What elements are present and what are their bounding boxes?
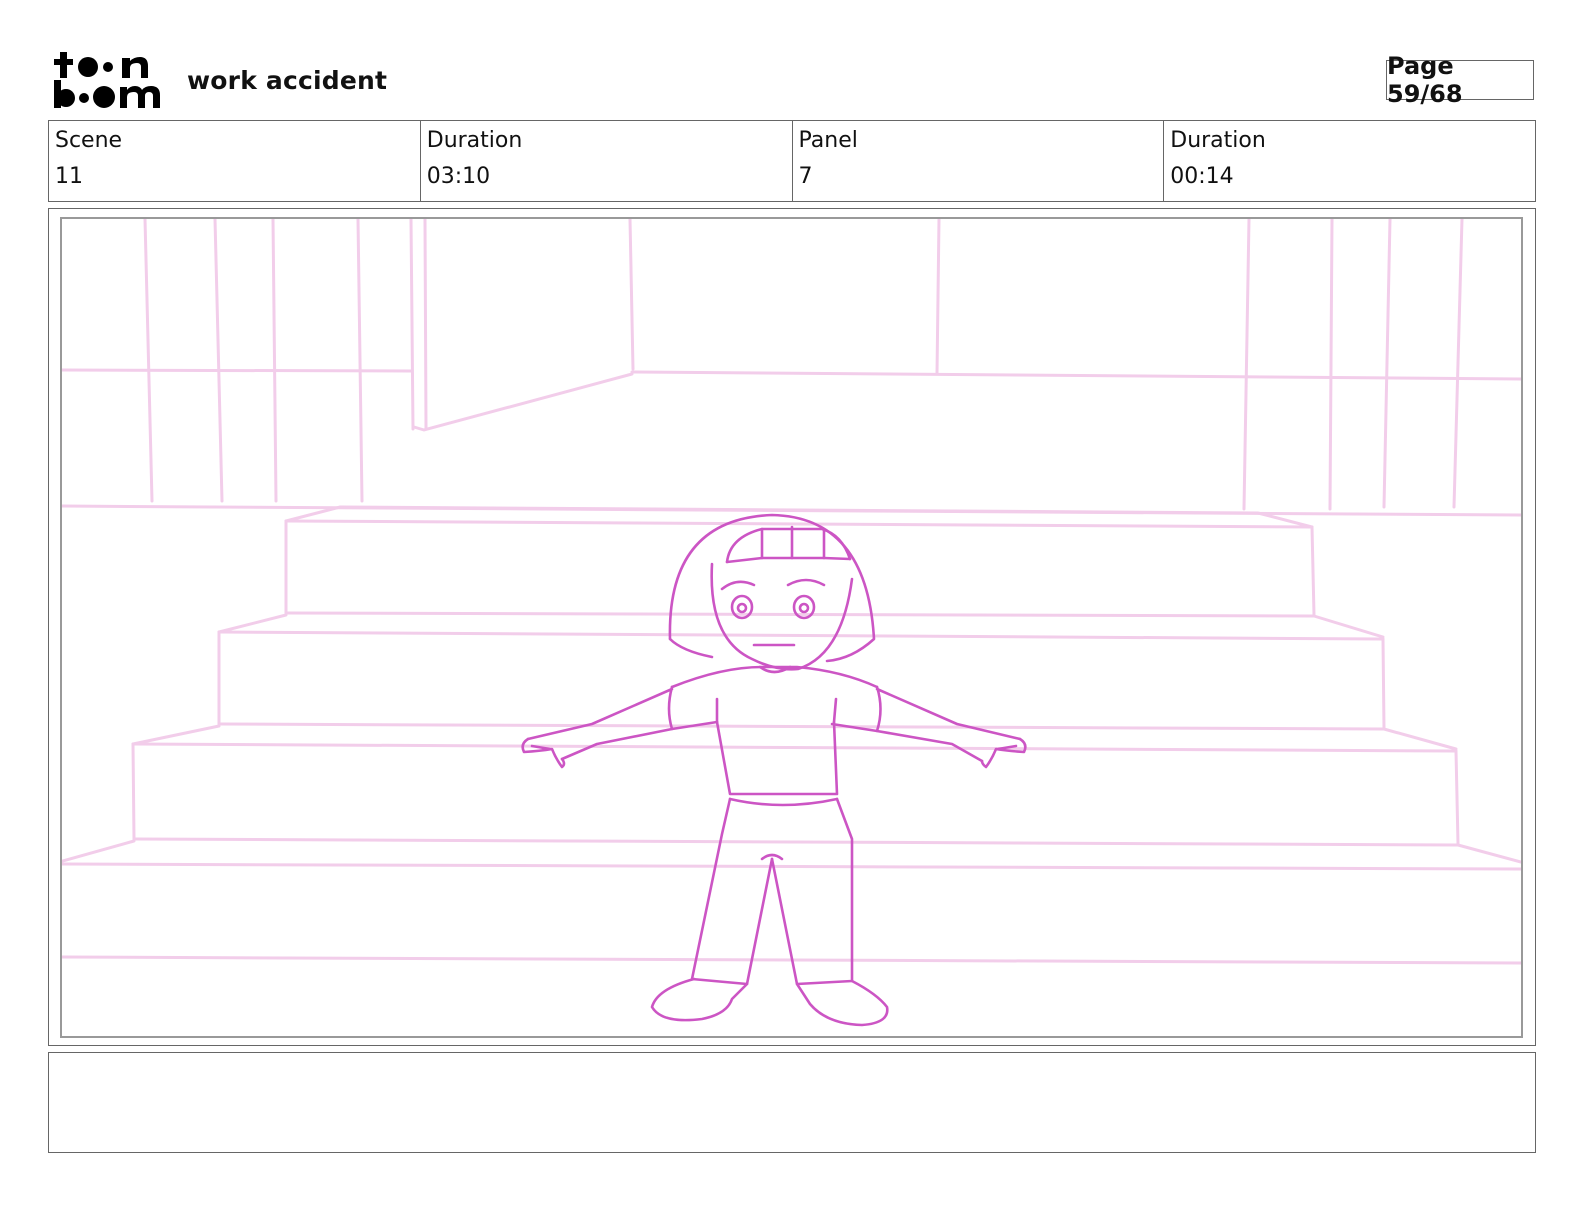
scene-duration-cell: Duration 03:10 — [421, 121, 793, 201]
toonboom-logo — [54, 52, 160, 108]
scene-duration-value: 03:10 — [426, 164, 491, 189]
panel-duration-value: 00:14 — [1170, 164, 1234, 189]
panel-duration-label: Duration — [1170, 128, 1266, 153]
panel-notes-box — [48, 1052, 1536, 1153]
scene-label: Scene — [55, 128, 123, 153]
panel-frame — [48, 208, 1536, 1046]
panel-label: Panel — [798, 128, 858, 153]
panel-cell: Panel 7 — [793, 121, 1165, 201]
panel-image — [60, 217, 1523, 1038]
panel-duration-cell: Duration 00:14 — [1164, 121, 1535, 201]
scene-duration-label: Duration — [426, 128, 523, 153]
panel-value: 7 — [798, 164, 813, 189]
page-indicator: Page 59/68 — [1386, 52, 1534, 108]
scene-value: 11 — [55, 164, 83, 189]
background-sketch — [62, 219, 1521, 965]
storyboard-sketch-image — [62, 219, 1521, 1027]
project-title: work accident — [187, 66, 388, 95]
scene-cell: Scene 11 — [49, 121, 421, 201]
scene-info-table: Scene 11 Duration 03:10 Panel 7 Duration… — [48, 120, 1536, 202]
character-sketch — [521, 513, 1027, 1027]
